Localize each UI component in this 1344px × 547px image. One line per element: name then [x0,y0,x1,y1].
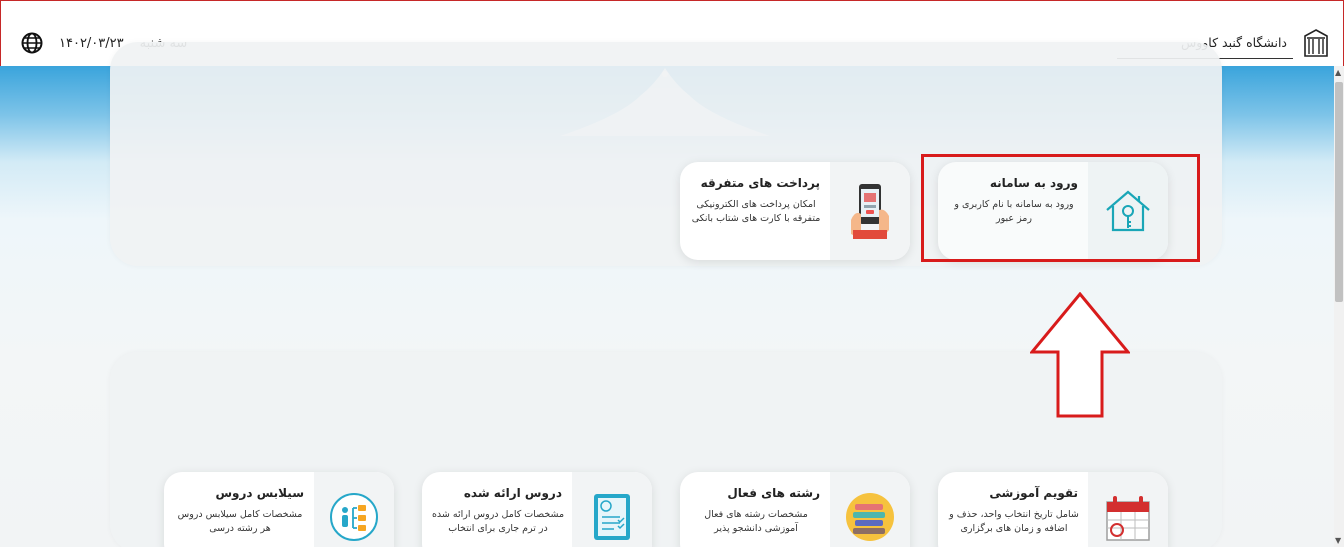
globe-icon[interactable] [21,32,43,54]
payment-card[interactable]: پرداخت های متفرقه امکان پرداخت های الکتر… [680,162,910,260]
vertical-scrollbar[interactable]: ▲ ▼ [1334,66,1344,547]
card-title: دروس ارائه شده [463,486,562,500]
scroll-up-icon[interactable]: ▲ [1335,68,1341,77]
current-date: ۱۴۰۲/۰۳/۲۳ [59,35,124,51]
up-arrow-annotation [1030,292,1130,418]
mobile-payment-icon [851,184,889,239]
card-description: امکان پرداخت های الکترونیکی متفرقه با کا… [691,199,821,224]
card-description: شامل تاریخ انتخاب واحد، حذف و اضافه و زم… [949,509,1079,534]
checklist-icon [594,494,630,540]
syllabus-card[interactable]: سیلابس دروس مشخصات کامل سیلابس دروس هر ر… [164,472,394,547]
card-title: تقویم آموزشی [989,486,1078,500]
highlight-box [921,154,1200,262]
books-icon [846,493,894,541]
card-description: مشخصات رشته های فعال آموزشی دانشجو پذیر [704,509,808,534]
active-fields-card[interactable]: رشته های فعال مشخصات رشته های فعال آموزش… [680,472,910,547]
scroll-thumb[interactable] [1335,82,1343,302]
card-title: پرداخت های متفرقه [700,176,820,190]
card-title: سیلابس دروس [215,486,304,500]
card-title: رشته های فعال [727,486,820,500]
offered-courses-card[interactable]: دروس ارائه شده مشخصات کامل دروس ارائه شد… [422,472,652,547]
calendar-card[interactable]: تقویم آموزشی شامل تاریخ انتخاب واحد، حذف… [938,472,1168,547]
university-building-icon [1304,29,1328,57]
card-description: مشخصات کامل دروس ارائه شده در ترم جاری ب… [431,509,565,534]
scroll-down-icon[interactable]: ▼ [1335,536,1341,545]
tree-structure-icon [330,493,378,541]
calendar-icon [1106,496,1150,541]
card-description: مشخصات کامل سیلابس دروس هر رشته درسی [177,509,303,534]
